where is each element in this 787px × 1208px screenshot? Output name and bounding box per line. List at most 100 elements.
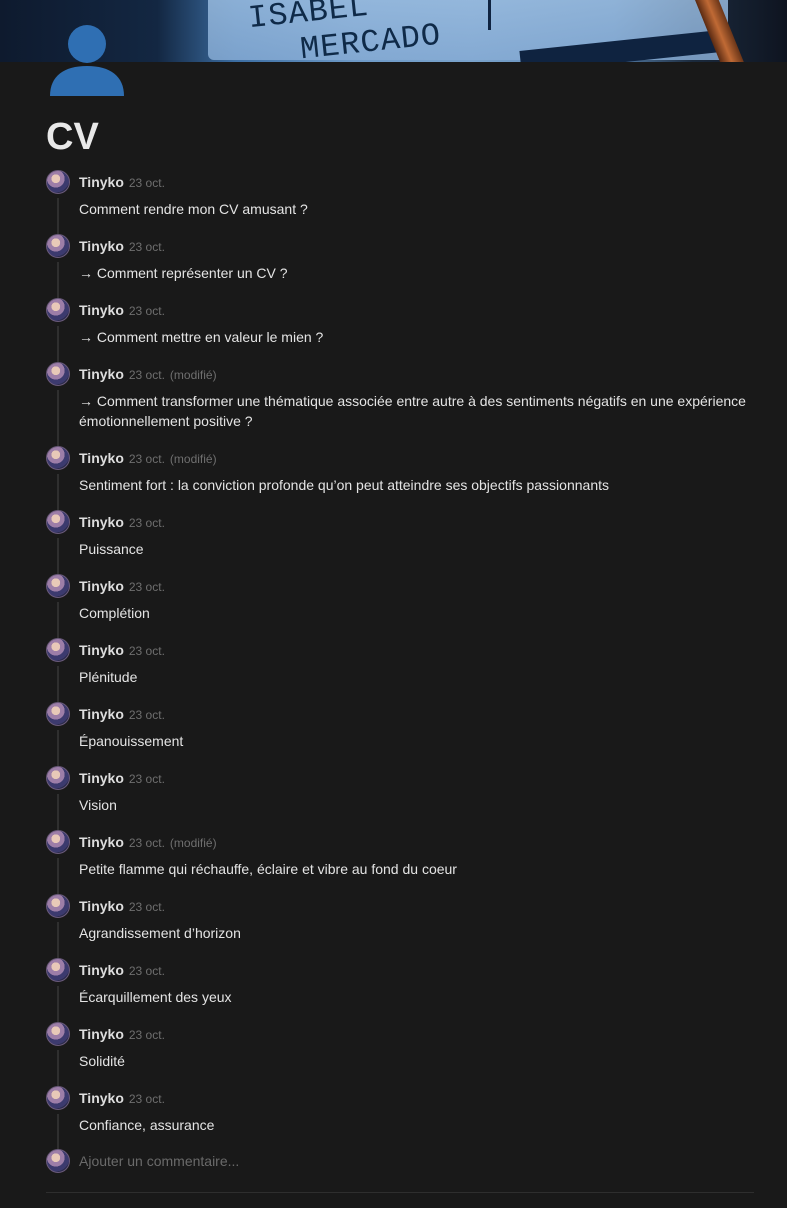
comment-item[interactable]: Tinyko 23 oct. (modifié) Sentiment fort : l… xyxy=(46,444,756,510)
comment-author[interactable]: Tinyko xyxy=(79,642,124,658)
comment-text: Confiance, assurance xyxy=(79,1117,215,1133)
comment-meta: Tinyko 23 oct. xyxy=(79,1090,165,1108)
avatar[interactable] xyxy=(46,1022,70,1046)
comment-date[interactable]: 23 oct. xyxy=(129,516,165,530)
comment-item[interactable]: Tinyko 23 oct. Solidité xyxy=(46,1020,756,1086)
comment-item[interactable]: Tinyko 23 oct. Épanouissement xyxy=(46,700,756,766)
comment-author[interactable]: Tinyko xyxy=(79,706,124,722)
cover-mark xyxy=(488,0,491,30)
comment-item[interactable]: Tinyko 23 oct. Vision xyxy=(46,764,756,830)
comment-date[interactable]: 23 oct. xyxy=(129,836,165,850)
comment-date[interactable]: 23 oct. xyxy=(129,580,165,594)
comment-author[interactable]: Tinyko xyxy=(79,1026,124,1042)
comment-item[interactable]: Tinyko 23 oct. Écarquillement des yeux xyxy=(46,956,756,1022)
avatar[interactable] xyxy=(46,362,70,386)
comment-date[interactable]: 23 oct. xyxy=(129,964,165,978)
comment-item[interactable]: Tinyko 23 oct. → Comment mettre en valeur … xyxy=(46,296,756,362)
thread-connector xyxy=(57,326,59,362)
add-comment-row[interactable]: Ajouter un commentaire... xyxy=(46,1149,756,1177)
comment-item[interactable]: Tinyko 23 oct. Puissance xyxy=(46,508,756,574)
comment-text: Vision xyxy=(79,797,117,813)
comment-text: Épanouissement xyxy=(79,733,184,749)
comment-author[interactable]: Tinyko xyxy=(79,578,124,594)
comment-date[interactable]: 23 oct. xyxy=(129,176,165,190)
avatar xyxy=(46,1149,70,1173)
comment-text: → Comment mettre en valeur le mien ? xyxy=(79,329,324,345)
comment-meta: Tinyko 23 oct. (modifié) xyxy=(79,450,217,468)
comment-author[interactable]: Tinyko xyxy=(79,1090,124,1106)
comment-text: → Comment représenter un CV ? xyxy=(79,265,288,281)
comment-date[interactable]: 23 oct. xyxy=(129,1028,165,1042)
comment-meta: Tinyko 23 oct. xyxy=(79,1026,165,1044)
comment-date[interactable]: 23 oct. xyxy=(129,708,165,722)
thread-connector xyxy=(57,1050,59,1086)
comment-date[interactable]: 23 oct. xyxy=(129,304,165,318)
comment-date[interactable]: 23 oct. xyxy=(129,1092,165,1106)
comment-date[interactable]: 23 oct. xyxy=(129,772,165,786)
comment-text: Complétion xyxy=(79,605,150,621)
comment-author[interactable]: Tinyko xyxy=(79,366,124,382)
add-comment-input[interactable]: Ajouter un commentaire... xyxy=(79,1153,239,1169)
comment-author[interactable]: Tinyko xyxy=(79,450,124,466)
comment-date[interactable]: 23 oct. xyxy=(129,452,165,466)
comment-author[interactable]: Tinyko xyxy=(79,962,124,978)
comment-meta: Tinyko 23 oct. xyxy=(79,962,165,980)
comment-author[interactable]: Tinyko xyxy=(79,834,124,850)
comment-meta: Tinyko 23 oct. xyxy=(79,770,165,788)
comment-item[interactable]: Tinyko 23 oct. Plénitude xyxy=(46,636,756,702)
comment-text: Agrandissement d’horizon xyxy=(79,925,241,941)
comment-item[interactable]: Tinyko 23 oct. Complétion xyxy=(46,572,756,638)
comment-thread: Tinyko 23 oct. Comment rendre mon CV amusa… xyxy=(46,168,756,1150)
comment-meta: Tinyko 23 oct. xyxy=(79,642,165,660)
comment-author[interactable]: Tinyko xyxy=(79,238,124,254)
avatar[interactable] xyxy=(46,1086,70,1110)
thread-connector xyxy=(57,666,59,702)
comment-meta: Tinyko 23 oct. xyxy=(79,302,165,320)
comment-meta: Tinyko 23 oct. (modifié) xyxy=(79,366,217,384)
comment-date[interactable]: 23 oct. xyxy=(129,240,165,254)
thread-connector xyxy=(57,858,59,894)
comment-text: → Comment transformer une thématique ass… xyxy=(79,393,746,429)
avatar[interactable] xyxy=(46,958,70,982)
comment-item[interactable]: Tinyko 23 oct. → Comment représenter un CV… xyxy=(46,232,756,298)
thread-connector xyxy=(57,730,59,766)
comment-item[interactable]: Tinyko 23 oct. (modifié) Petite flamme qui … xyxy=(46,828,756,894)
thread-connector xyxy=(57,922,59,958)
avatar[interactable] xyxy=(46,446,70,470)
comment-meta: Tinyko 23 oct. xyxy=(79,514,165,532)
avatar[interactable] xyxy=(46,894,70,918)
comment-edited-flag: (modifié) xyxy=(169,836,217,850)
comment-item[interactable]: Tinyko 23 oct. Agrandissement d’horizon xyxy=(46,892,756,958)
avatar[interactable] xyxy=(46,298,70,322)
comment-text: Puissance xyxy=(79,541,144,557)
thread-connector xyxy=(57,198,59,234)
thread-connector xyxy=(57,794,59,830)
comment-meta: Tinyko 23 oct. xyxy=(79,898,165,916)
avatar[interactable] xyxy=(46,638,70,662)
comment-author[interactable]: Tinyko xyxy=(79,514,124,530)
comment-date[interactable]: 23 oct. xyxy=(129,900,165,914)
avatar[interactable] xyxy=(46,830,70,854)
avatar[interactable] xyxy=(46,510,70,534)
thread-connector xyxy=(57,986,59,1022)
comment-author[interactable]: Tinyko xyxy=(79,770,124,786)
avatar[interactable] xyxy=(46,702,70,726)
comment-author[interactable]: Tinyko xyxy=(79,898,124,914)
avatar[interactable] xyxy=(46,766,70,790)
comment-author[interactable]: Tinyko xyxy=(79,174,124,190)
avatar[interactable] xyxy=(46,574,70,598)
comment-text: Écarquillement des yeux xyxy=(79,989,232,1005)
user-silhouette-icon[interactable] xyxy=(46,18,128,98)
comment-item[interactable]: Tinyko 23 oct. Comment rendre mon CV amusa… xyxy=(46,168,756,234)
comment-item[interactable]: Tinyko 23 oct. Confiance, assurance xyxy=(46,1084,756,1150)
comment-item[interactable]: Tinyko 23 oct. (modifié) → Comment transfor… xyxy=(46,360,756,446)
avatar[interactable] xyxy=(46,234,70,258)
comment-meta: Tinyko 23 oct. xyxy=(79,578,165,596)
comment-text: Comment rendre mon CV amusant ? xyxy=(79,201,308,217)
thread-connector xyxy=(57,1114,59,1150)
thread-connector xyxy=(57,262,59,298)
comment-date[interactable]: 23 oct. xyxy=(129,644,165,658)
comment-author[interactable]: Tinyko xyxy=(79,302,124,318)
comment-date[interactable]: 23 oct. xyxy=(129,368,165,382)
avatar[interactable] xyxy=(46,170,70,194)
